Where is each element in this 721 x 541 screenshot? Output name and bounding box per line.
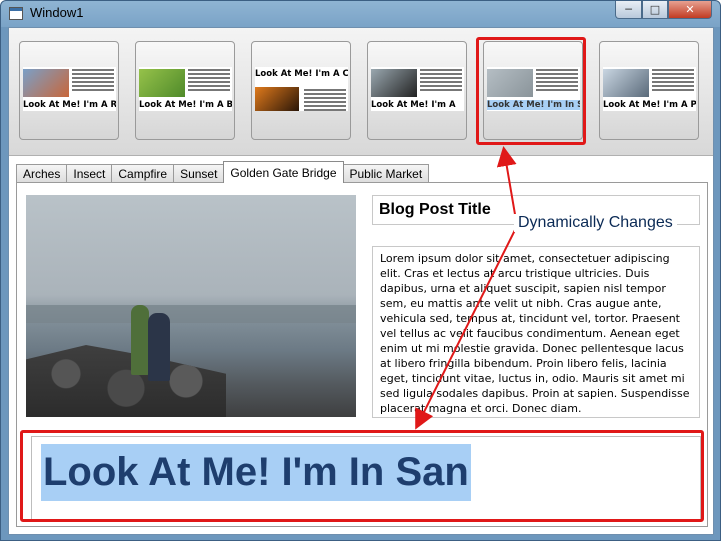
big-label-box: Look At Me! I'm In San bbox=[31, 436, 701, 521]
app-window: Window1 ─ □ ✕ Look At Me! I'm A Rock!Loo… bbox=[0, 0, 721, 541]
thumbnail-item[interactable]: Look At Me! I'm A Campfire! bbox=[251, 41, 351, 140]
photo-person bbox=[131, 305, 149, 375]
thumbnail-caption: Look At Me! I'm A Public bbox=[603, 100, 696, 110]
photo-rocks bbox=[26, 345, 226, 417]
annotation-label: Dynamically Changes bbox=[514, 214, 677, 232]
maximize-button[interactable]: □ bbox=[642, 1, 668, 19]
thumbnail-image bbox=[255, 87, 299, 111]
thumbnail-text-lines bbox=[304, 89, 346, 111]
tab-arches[interactable]: Arches bbox=[16, 164, 68, 183]
photo-fog bbox=[26, 305, 356, 323]
title-bar[interactable]: Window1 ─ □ ✕ bbox=[1, 1, 720, 27]
thumbnail-preview: Look At Me! I'm A Rock! bbox=[23, 67, 116, 111]
thumbnail-text-lines bbox=[72, 69, 114, 93]
thumbnail-item[interactable]: Look At Me! I'm A Public bbox=[599, 41, 699, 140]
window-icon bbox=[9, 7, 23, 20]
tab-golden-gate-bridge[interactable]: Golden Gate Bridge bbox=[223, 161, 344, 183]
thumbnail-image bbox=[23, 69, 69, 97]
thumbnail-caption: Look At Me! I'm A Bug! bbox=[139, 100, 232, 110]
window-title: Window1 bbox=[30, 5, 84, 20]
thumbnail-image bbox=[371, 69, 417, 97]
tab-insect[interactable]: Insect bbox=[66, 164, 113, 183]
thumbnail-strip: Look At Me! I'm A Rock! Look At Me! I'm A… bbox=[9, 28, 713, 156]
thumbnail-item[interactable]: Look At Me! I'm A Bug! bbox=[135, 41, 235, 140]
thumbnail-item[interactable]: Look At Me! I'm A bbox=[367, 41, 467, 140]
thumbnail-item[interactable]: Look At Me! I'm In San bbox=[483, 41, 583, 140]
minimize-button[interactable]: ─ bbox=[615, 1, 642, 19]
big-label-text[interactable]: Look At Me! I'm In San bbox=[41, 444, 471, 501]
tab-sunset[interactable]: Sunset bbox=[173, 164, 225, 183]
thumbnail-text-lines bbox=[652, 69, 694, 93]
thumbnail-image bbox=[603, 69, 649, 97]
photo-person bbox=[148, 313, 170, 381]
client-area: Look At Me! I'm A Rock! Look At Me! I'm A… bbox=[8, 27, 714, 535]
tab-campfire[interactable]: Campfire bbox=[111, 164, 175, 183]
window-controls: ─ □ ✕ bbox=[615, 1, 712, 19]
tab-strip: Arches Insect Campfire Sunset Golden Gate Br… bbox=[16, 161, 430, 183]
thumbnail-text-lines bbox=[188, 69, 230, 93]
blog-body-text[interactable]: Lorem ipsum dolor sit amet, consectetuer… bbox=[372, 246, 700, 418]
close-button[interactable]: ✕ bbox=[668, 1, 712, 19]
thumbnail-preview: Look At Me! I'm A Bug! bbox=[139, 67, 232, 111]
thumbnail-preview: Look At Me! I'm A Campfire! bbox=[255, 67, 348, 111]
thumbnail-caption: Look At Me! I'm A bbox=[371, 100, 456, 110]
thumbnail-text-lines bbox=[536, 69, 578, 93]
thumbnail-caption: Look At Me! I'm In San bbox=[487, 100, 580, 110]
thumbnail-preview: Look At Me! I'm In San bbox=[487, 67, 580, 111]
thumbnail-image bbox=[487, 69, 533, 97]
golden-gate-photo bbox=[26, 195, 356, 417]
thumbnail-caption: Look At Me! I'm A Rock! bbox=[23, 100, 116, 110]
tab-content: Blog Post Title Lorem ipsum dolor sit am… bbox=[16, 182, 708, 527]
thumbnail-preview: Look At Me! I'm A Public bbox=[603, 67, 696, 111]
thumbnail-text-lines bbox=[420, 69, 462, 93]
thumbnail-caption: Look At Me! I'm A Campfire! bbox=[255, 69, 348, 79]
tab-public-market[interactable]: Public Market bbox=[342, 164, 430, 183]
thumbnail-item[interactable]: Look At Me! I'm A Rock! bbox=[19, 41, 119, 140]
thumbnail-image bbox=[139, 69, 185, 97]
thumbnail-preview: Look At Me! I'm A bbox=[371, 67, 464, 111]
